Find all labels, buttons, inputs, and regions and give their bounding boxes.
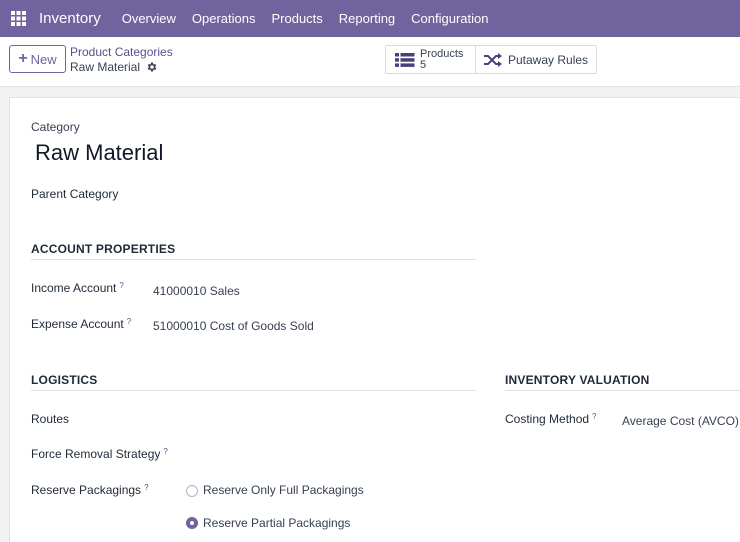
income-account-field[interactable]: 41000010 Sales bbox=[153, 284, 240, 298]
breadcrumb-parent[interactable]: Product Categories bbox=[70, 45, 173, 59]
costing-method-label: Costing Method? bbox=[505, 412, 597, 426]
breadcrumb-current-label: Raw Material bbox=[70, 60, 141, 74]
removal-strategy-label: Force Removal Strategy? bbox=[31, 447, 168, 461]
putaway-rules-smart-button[interactable]: Putaway Rules bbox=[475, 46, 596, 73]
app-menu-grid-icon[interactable] bbox=[3, 0, 33, 37]
expense-account-help-icon[interactable]: ? bbox=[127, 317, 131, 326]
logistics-separator bbox=[31, 390, 476, 391]
removal-strategy-field[interactable] bbox=[185, 441, 475, 465]
parent-category-label: Parent Category bbox=[31, 187, 119, 201]
menu-overview[interactable]: Overview bbox=[114, 0, 184, 37]
inventory-valuation-separator bbox=[505, 390, 740, 391]
new-button-label: New bbox=[30, 51, 57, 67]
app-name[interactable]: Inventory bbox=[39, 10, 101, 27]
logistics-title: LOGISTICS bbox=[31, 373, 98, 387]
routes-label: Routes bbox=[31, 412, 70, 426]
costing-method-field[interactable]: Average Cost (AVCO) bbox=[622, 414, 739, 428]
expense-account-field[interactable]: 51000010 Cost of Goods Sold bbox=[153, 319, 314, 333]
control-panel: + New Product Categories Raw Material Pr… bbox=[0, 37, 740, 87]
putaway-rules-label: Putaway Rules bbox=[508, 52, 589, 67]
account-properties-separator bbox=[31, 259, 476, 260]
menu-reporting[interactable]: Reporting bbox=[331, 0, 403, 37]
gear-icon[interactable] bbox=[146, 61, 158, 73]
removal-strategy-help-icon[interactable]: ? bbox=[163, 447, 167, 456]
products-smart-button[interactable]: Products 5 bbox=[386, 46, 475, 73]
menu-configuration[interactable]: Configuration bbox=[403, 0, 496, 37]
breadcrumb-current: Raw Material bbox=[70, 60, 158, 74]
costing-method-label-text: Costing Method bbox=[505, 412, 590, 426]
reserve-partial-radio[interactable] bbox=[186, 517, 198, 529]
smart-buttons: Products 5 Putaway Rules bbox=[385, 45, 597, 74]
top-navbar: Inventory Overview Operations Products R… bbox=[0, 0, 740, 37]
plus-icon: + bbox=[18, 50, 28, 67]
parent-category-field[interactable] bbox=[153, 180, 473, 204]
form-sheet: Category Raw Material Parent Category AC… bbox=[9, 97, 740, 542]
category-name-input[interactable]: Raw Material bbox=[35, 140, 163, 166]
category-label: Category bbox=[31, 120, 80, 134]
list-icon bbox=[395, 52, 415, 67]
account-properties-title: ACCOUNT PROPERTIES bbox=[31, 242, 176, 256]
reserve-packagings-label: Reserve Packagings? bbox=[31, 483, 149, 497]
income-account-label-text: Income Account bbox=[31, 281, 117, 295]
income-account-label: Income Account? bbox=[31, 281, 124, 295]
removal-strategy-label-text: Force Removal Strategy bbox=[31, 447, 161, 461]
expense-account-label: Expense Account? bbox=[31, 317, 131, 331]
menu-operations[interactable]: Operations bbox=[184, 0, 264, 37]
expense-account-label-text: Expense Account bbox=[31, 317, 124, 331]
reserve-partial-label[interactable]: Reserve Partial Packagings bbox=[203, 516, 350, 530]
inventory-valuation-title: INVENTORY VALUATION bbox=[505, 373, 650, 387]
products-label: Products bbox=[420, 47, 464, 60]
routes-field[interactable] bbox=[153, 406, 473, 430]
shuffle-icon bbox=[484, 52, 502, 67]
menu-products[interactable]: Products bbox=[263, 0, 330, 37]
reserve-packagings-label-text: Reserve Packagings bbox=[31, 483, 142, 497]
new-button[interactable]: + New bbox=[9, 45, 66, 73]
reserve-full-radio[interactable] bbox=[186, 485, 198, 497]
reserve-full-label[interactable]: Reserve Only Full Packagings bbox=[203, 483, 364, 497]
income-account-help-icon[interactable]: ? bbox=[119, 281, 123, 290]
costing-method-help-icon[interactable]: ? bbox=[592, 412, 596, 421]
products-count: 5 bbox=[420, 58, 427, 71]
reserve-packagings-help-icon[interactable]: ? bbox=[144, 483, 148, 492]
